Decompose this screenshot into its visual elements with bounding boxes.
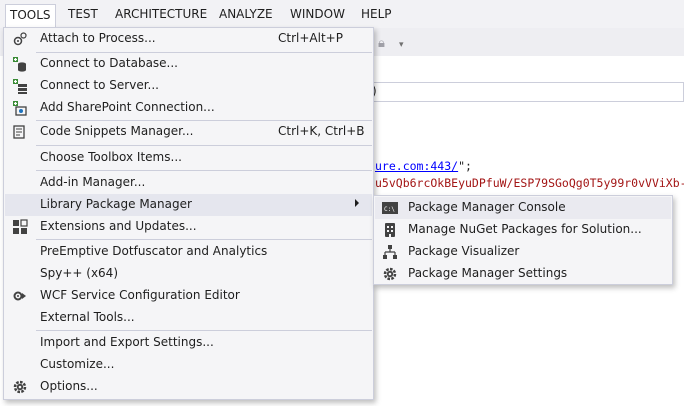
menu-tools[interactable]: TOOLS	[5, 4, 56, 28]
snippets-icon	[13, 125, 25, 139]
tools-menu: Attach to Process... Ctrl+Alt+P Connect …	[3, 27, 374, 400]
menu-item-add-in-manager[interactable]: Add-in Manager...	[5, 172, 372, 194]
menu-item-connect-to-server[interactable]: Connect to Server...	[5, 75, 372, 97]
menu-item-shortcut: Ctrl+K, Ctrl+B	[278, 124, 365, 138]
menu-item-customize[interactable]: Customize...	[5, 354, 372, 376]
svg-text:C:\: C:\	[384, 206, 395, 213]
menu-item-label: Package Manager Settings	[408, 266, 568, 280]
wcf-config-icon	[13, 291, 26, 301]
library-package-manager-submenu: C:\ Package Manager Console Manage NuGet…	[373, 195, 673, 285]
console-icon: C:\	[382, 202, 398, 214]
code-line: u5vQb6rcOkBEyuDPfuW/ESP79SGoQg0T5y99r0vV…	[375, 176, 684, 190]
menu-window[interactable]: WINDOW	[286, 4, 349, 26]
menu-item-choose-toolbox-items[interactable]: Choose Toolbox Items...	[5, 147, 372, 169]
menu-item-package-manager-console[interactable]: C:\ Package Manager Console	[375, 197, 671, 219]
menu-item-label: Attach to Process...	[40, 31, 156, 45]
menu-separator	[36, 330, 372, 331]
menu-item-label: Import and Export Settings...	[40, 335, 214, 349]
menu-analyze[interactable]: ANALYZE	[215, 4, 277, 26]
menu-item-label: Extensions and Updates...	[40, 219, 197, 233]
menu-item-shortcut: Ctrl+Alt+P	[278, 31, 343, 45]
code-line: ure.com:443/";	[375, 159, 472, 173]
menu-item-spy-plus-plus[interactable]: Spy++ (x64)	[5, 263, 372, 285]
menu-item-import-export-settings[interactable]: Import and Export Settings...	[5, 332, 372, 354]
menu-item-manage-nuget-packages[interactable]: Manage NuGet Packages for Solution...	[375, 219, 671, 241]
menu-item-library-package-manager[interactable]: Library Package Manager	[5, 194, 372, 216]
code-url[interactable]: ure.com:443/	[375, 159, 458, 173]
menu-architecture[interactable]: ARCHITECTURE	[111, 4, 211, 26]
menu-item-external-tools[interactable]: External Tools...	[5, 307, 372, 329]
menu-item-label: Package Manager Console	[408, 200, 566, 214]
menu-help[interactable]: HELP	[357, 4, 396, 26]
menu-item-label: Spy++ (x64)	[40, 266, 118, 280]
sharepoint-icon	[13, 101, 27, 116]
menu-item-label: Add-in Manager...	[40, 175, 146, 189]
menu-item-preemptive-dotfuscator[interactable]: PreEmptive Dotfuscator and Analytics	[5, 241, 372, 263]
menu-item-label: Code Snippets Manager...	[40, 124, 194, 138]
toolbar-dropdown-icon[interactable]: ▾	[399, 40, 404, 50]
code-text: ";	[458, 159, 472, 173]
submenu-arrow-icon	[355, 199, 359, 207]
menu-item-attach-to-process[interactable]: Attach to Process... Ctrl+Alt+P	[5, 28, 372, 50]
menu-item-wcf-service-configuration-editor[interactable]: WCF Service Configuration Editor	[5, 285, 372, 307]
menu-separator	[36, 145, 372, 146]
menu-item-label: Manage NuGet Packages for Solution...	[408, 222, 642, 236]
nuget-icon	[385, 223, 395, 237]
menu-item-connect-to-database[interactable]: Connect to Database...	[5, 53, 372, 75]
menu-item-label: Options...	[40, 379, 98, 393]
menu-item-label: Choose Toolbox Items...	[40, 150, 182, 164]
menu-item-label: WCF Service Configuration Editor	[40, 288, 240, 302]
menu-item-label: PreEmptive Dotfuscator and Analytics	[40, 244, 268, 258]
menu-bar: TOOLS TEST ARCHITECTURE ANALYZE WINDOW H…	[0, 0, 684, 28]
menu-item-label: Add SharePoint Connection...	[40, 100, 215, 114]
menu-separator	[36, 170, 372, 171]
extensions-icon	[13, 219, 28, 234]
attach-process-icon	[13, 32, 27, 46]
connect-server-icon	[13, 79, 27, 94]
menu-item-label: Connect to Database...	[40, 56, 178, 70]
menu-item-extensions-and-updates[interactable]: Extensions and Updates...	[5, 216, 372, 238]
menu-item-label: Library Package Manager	[40, 197, 192, 211]
gear-icon	[383, 267, 397, 281]
menu-item-label: Customize...	[40, 357, 115, 371]
menu-item-package-visualizer[interactable]: Package Visualizer	[375, 241, 671, 263]
menu-item-add-sharepoint-connection[interactable]: Add SharePoint Connection...	[5, 97, 372, 119]
menu-item-label: Connect to Server...	[40, 78, 159, 92]
menu-item-label: External Tools...	[40, 310, 135, 324]
menu-item-code-snippets-manager[interactable]: Code Snippets Manager... Ctrl+K, Ctrl+B	[5, 121, 372, 143]
connect-database-icon	[13, 57, 26, 72]
gear-icon	[13, 380, 27, 394]
hierarchy-icon	[383, 245, 397, 259]
menu-separator	[36, 239, 372, 240]
menu-item-package-manager-settings[interactable]: Package Manager Settings	[375, 263, 671, 285]
address-bar	[372, 82, 684, 102]
toolbar-lock-icon[interactable]: 🔒︎	[378, 36, 385, 51]
menu-item-options[interactable]: Options...	[5, 376, 372, 398]
menu-test[interactable]: TEST	[64, 4, 102, 26]
menu-item-label: Package Visualizer	[408, 244, 520, 258]
